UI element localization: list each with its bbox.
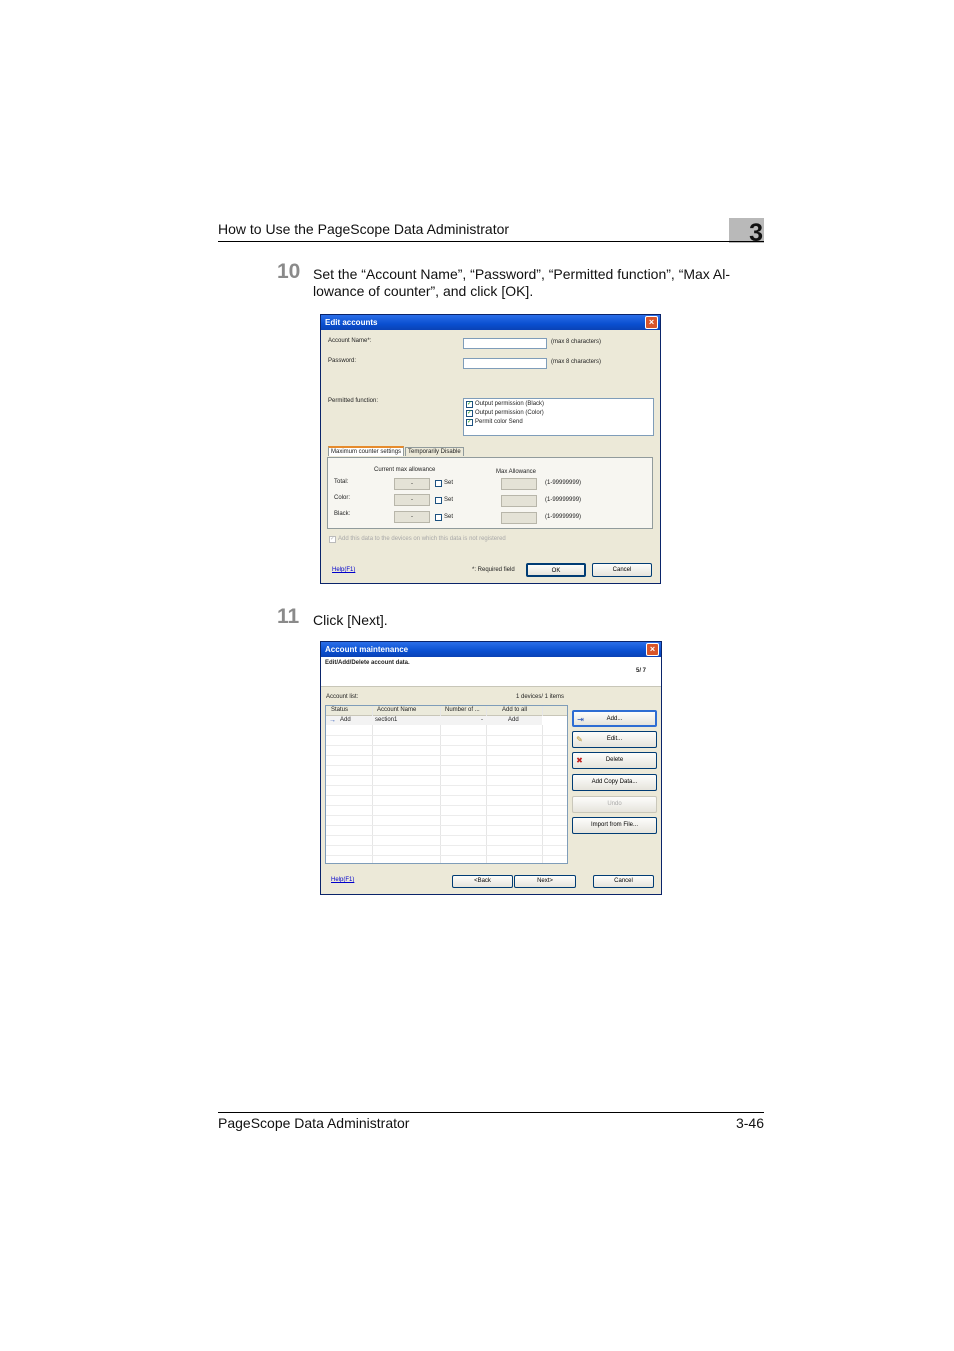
black-range: (1-99999999) — [545, 514, 582, 520]
account-maintenance-dialog: Account maintenance × Edit/Add/Delete ac… — [320, 641, 662, 895]
black-max-input[interactable] — [501, 512, 537, 524]
running-header: How to Use the PageScope Data Administra… — [218, 221, 510, 237]
permit-send-checkbox[interactable]: ✓ — [466, 419, 473, 426]
add-devices-label: Add this data to the devices on which th… — [338, 536, 506, 542]
wizard-header-band: Edit/Add/Delete account data. 5/ 7 — [321, 657, 661, 687]
account-name-input[interactable] — [463, 338, 547, 349]
add-devices-checkbox[interactable]: ✓ — [329, 536, 336, 543]
color-set-label: Set — [444, 497, 454, 503]
total-current: - — [394, 478, 430, 490]
permission-black-label: Output permission (Black) — [475, 401, 545, 407]
cancel-button[interactable]: Cancel — [593, 875, 654, 888]
column-number-of[interactable]: Number of ... — [445, 707, 480, 713]
next-button[interactable]: Next> — [514, 875, 576, 888]
color-current: - — [394, 494, 430, 506]
add-button[interactable]: ⇥ Add... — [572, 710, 657, 727]
password-hint: (max 8 characters) — [551, 359, 602, 365]
black-set-checkbox[interactable] — [435, 514, 442, 521]
footer-title: PageScope Data Administrator — [218, 1115, 410, 1131]
help-link[interactable]: Help(F1) — [331, 877, 354, 883]
header-rule — [218, 241, 764, 242]
row-add-to-all: Add — [508, 717, 519, 723]
back-button[interactable]: <Back — [452, 875, 513, 888]
close-icon[interactable]: × — [645, 316, 658, 329]
color-range: (1-99999999) — [545, 497, 582, 503]
undo-button[interactable]: Undo — [572, 796, 657, 813]
help-link[interactable]: Help(F1) — [332, 567, 355, 573]
total-set-checkbox[interactable] — [435, 480, 442, 487]
step-11-number: 11 — [277, 605, 300, 628]
black-current: - — [394, 511, 430, 523]
step-11-text: Click [Next]. — [313, 612, 388, 628]
required-field-note: *: Required field — [472, 567, 515, 573]
wizard-subtitle: Edit/Add/Delete account data. — [325, 660, 410, 666]
password-label: Password: — [328, 358, 357, 364]
current-max-header: Current max allowance — [374, 467, 436, 473]
chapter-number: 3 — [729, 218, 764, 247]
permission-color-label: Output permission (Color) — [475, 410, 544, 416]
password-input[interactable] — [463, 358, 547, 369]
total-set-label: Set — [444, 480, 454, 486]
edit-accounts-dialog: Edit accounts × Account Name*: (max 8 ch… — [320, 314, 661, 584]
tab-maximum-counter[interactable]: Maximum counter settings — [328, 446, 405, 456]
wizard-page-indicator: 5/ 7 — [636, 668, 647, 674]
add-button-label: Add... — [606, 716, 623, 722]
account-list-label: Account list: — [326, 694, 359, 700]
color-max-input[interactable] — [501, 495, 537, 507]
permission-black-checkbox[interactable]: ✓ — [466, 401, 473, 408]
account-count: 1 devices/ 1 items — [516, 694, 565, 700]
permitted-function-label: Permitted function: — [328, 398, 379, 404]
color-set-checkbox[interactable] — [435, 497, 442, 504]
permitted-function-list: ✓ Output permission (Black) ✓ Output per… — [463, 398, 654, 436]
footer-rule — [218, 1112, 764, 1113]
tab-temporarily-disable[interactable]: Temporarily Disable — [405, 447, 464, 456]
delete-button-label: Delete — [605, 757, 624, 763]
permission-color-checkbox[interactable]: ✓ — [466, 410, 473, 417]
cancel-button[interactable]: Cancel — [592, 563, 652, 577]
step-10-number: 10 — [277, 260, 301, 283]
edit-button-label: Edit... — [606, 736, 623, 742]
account-maintenance-titlebar: Account maintenance × — [321, 642, 661, 657]
delete-button[interactable]: ✖ Delete — [572, 752, 657, 769]
dialog-title: Account maintenance — [325, 645, 409, 654]
row-blank-cell — [542, 716, 567, 725]
close-icon[interactable]: × — [646, 643, 659, 656]
permit-send-label: Permit color Send — [475, 419, 523, 425]
account-name-hint: (max 8 characters) — [551, 339, 602, 345]
counter-tab-panel: Current max allowance Max Allowance Tota… — [327, 457, 653, 529]
account-list-table: Status Account Name Number of ... Add to… — [325, 705, 568, 864]
add-arrow-icon: → — [329, 717, 336, 724]
max-allowance-header: Max Allowance — [496, 469, 537, 475]
column-status[interactable]: Status — [331, 707, 348, 713]
table-row[interactable]: → Add section1 - Add — [326, 716, 567, 725]
edit-accounts-titlebar: Edit accounts × — [321, 315, 660, 330]
row-gridlines — [326, 726, 567, 863]
column-account-name[interactable]: Account Name — [377, 707, 416, 713]
total-max-input[interactable] — [501, 478, 537, 490]
color-label: Color: — [334, 495, 351, 501]
column-add-to-all[interactable]: Add to all — [502, 707, 527, 713]
step-10-text: Set the “Account Name”, “Password”, “Per… — [313, 266, 731, 299]
import-from-file-button[interactable]: Import from File... — [572, 817, 657, 834]
add-copy-data-button[interactable]: Add Copy Data... — [572, 774, 657, 791]
black-label: Black: — [334, 511, 351, 517]
ok-button[interactable]: OK — [526, 563, 586, 577]
dialog-title: Edit accounts — [325, 318, 378, 327]
account-name-label: Account Name*: — [328, 338, 372, 344]
row-status: Add — [340, 717, 351, 723]
row-account-name: section1 — [375, 717, 398, 723]
row-number: - — [481, 717, 483, 723]
page-number: 3-46 — [735, 1115, 764, 1131]
total-label: Total: — [334, 479, 349, 485]
edit-button[interactable]: ✎ Edit... — [572, 731, 657, 748]
black-set-label: Set — [444, 514, 454, 520]
total-range: (1-99999999) — [545, 480, 582, 486]
